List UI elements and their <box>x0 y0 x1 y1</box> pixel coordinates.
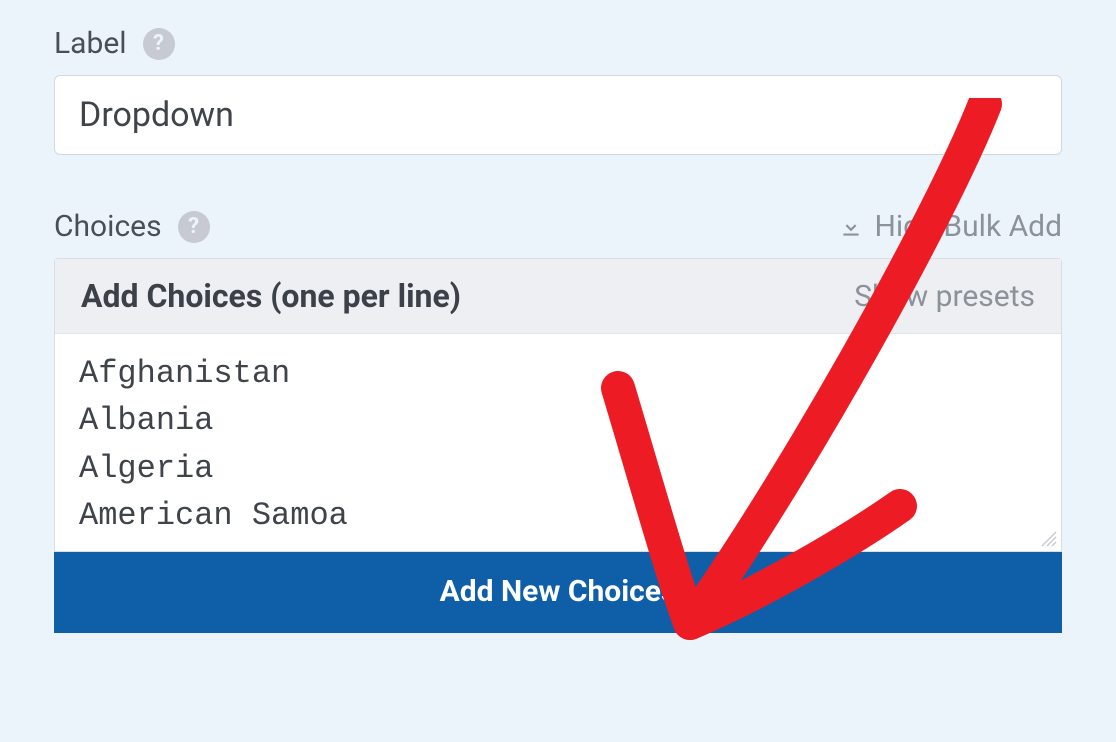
choices-field-title: Choices <box>54 209 162 244</box>
label-field-header: Label ? <box>54 26 1062 61</box>
download-icon <box>838 214 864 240</box>
help-icon[interactable]: ? <box>143 28 175 60</box>
label-field-title: Label <box>54 26 127 61</box>
bulk-choices-card: Add Choices (one per line) Show presets <box>54 258 1062 552</box>
choices-section: Choices ? Hide Bulk Add Add Choices (one… <box>54 209 1062 633</box>
bulk-choices-textarea[interactable] <box>55 334 1061 547</box>
choices-field-header: Choices ? Hide Bulk Add <box>54 209 1062 244</box>
field-options-panel: Label ? Choices ? Hide Bulk Add Add Choi… <box>0 0 1116 633</box>
help-icon[interactable]: ? <box>178 211 210 243</box>
label-input[interactable] <box>54 75 1062 155</box>
bulk-add-toggle[interactable]: Hide Bulk Add <box>838 209 1062 244</box>
bulk-choices-header: Add Choices (one per line) Show presets <box>55 259 1061 334</box>
label-title-group: Label ? <box>54 26 175 61</box>
add-new-choices-button[interactable]: Add New Choices <box>54 552 1062 633</box>
bulk-add-toggle-label: Hide Bulk Add <box>874 209 1062 244</box>
show-presets-link[interactable]: Show presets <box>854 279 1035 314</box>
choices-title-group: Choices ? <box>54 209 210 244</box>
bulk-choices-title: Add Choices (one per line) <box>81 277 461 315</box>
